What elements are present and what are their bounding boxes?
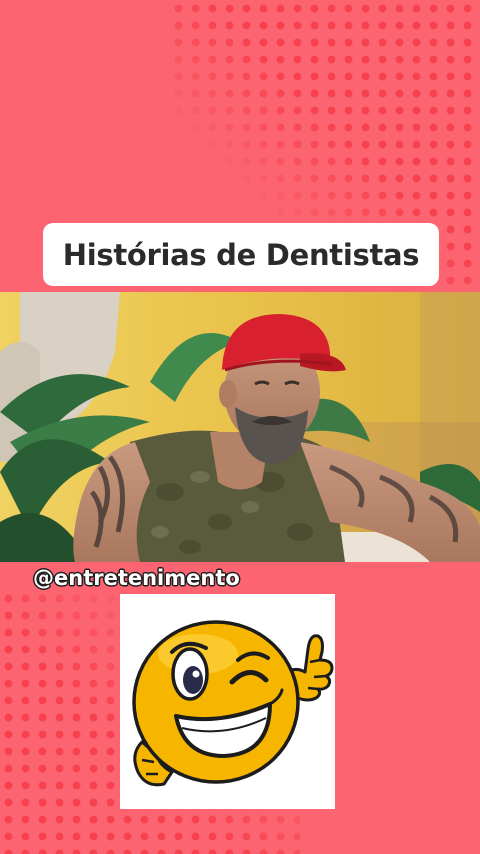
title-banner: Histórias de Dentistas	[43, 223, 439, 286]
video-frame[interactable]	[0, 292, 480, 562]
video-title: Histórias de Dentistas	[62, 237, 420, 272]
man-with-red-cap-video	[0, 292, 480, 562]
sticker-card	[120, 594, 335, 809]
creator-handle: @entretenimento	[33, 566, 240, 590]
winking-smiley-thumbs-up-icon	[132, 620, 334, 787]
